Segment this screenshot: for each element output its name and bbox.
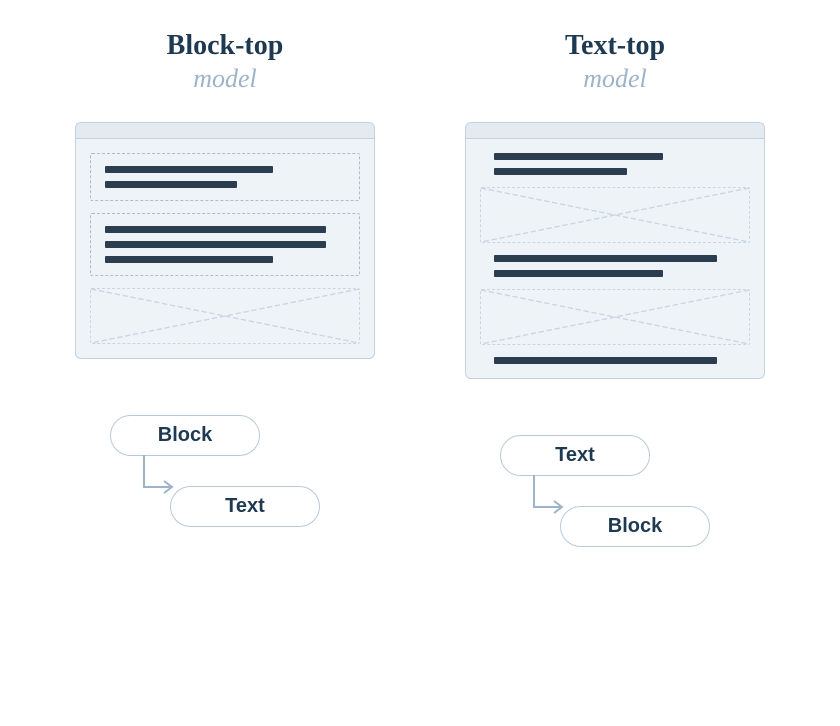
text-line: [494, 168, 627, 175]
empty-block-placeholder: [480, 187, 750, 243]
block-container: [90, 153, 360, 201]
window-body: [466, 139, 764, 378]
block-top-subtitle: model: [193, 64, 257, 94]
text-line: [105, 166, 273, 173]
text-run: [480, 357, 750, 364]
text-line: [494, 153, 663, 160]
block-top-title: Block-top: [167, 30, 284, 62]
text-line: [494, 255, 717, 262]
text-line: [105, 181, 237, 188]
hierarchy-child-pill: Block: [560, 506, 710, 547]
block-top-hierarchy: Block Text: [110, 415, 340, 527]
arrow-icon: [140, 455, 180, 505]
text-line: [494, 357, 717, 364]
empty-block-placeholder: [90, 288, 360, 344]
text-line: [105, 241, 326, 248]
text-top-window: [465, 122, 765, 379]
text-run: [480, 153, 750, 175]
hierarchy-parent-pill: Block: [110, 415, 260, 456]
block-top-window: [75, 122, 375, 359]
block-container: [90, 213, 360, 276]
text-line: [105, 226, 326, 233]
text-run: [480, 255, 750, 277]
text-top-subtitle: model: [583, 64, 647, 94]
text-line: [105, 256, 273, 263]
empty-block-placeholder: [480, 289, 750, 345]
text-top-hierarchy: Text Block: [500, 435, 730, 547]
window-titlebar: [76, 123, 374, 139]
window-body: [76, 139, 374, 358]
block-top-column: Block-top model Block: [75, 30, 375, 726]
text-top-column: Text-top model: [465, 30, 765, 726]
text-line: [494, 270, 663, 277]
arrow-icon: [530, 475, 570, 525]
hierarchy-parent-pill: Text: [500, 435, 650, 476]
text-top-title: Text-top: [565, 30, 665, 62]
window-titlebar: [466, 123, 764, 139]
hierarchy-child-pill: Text: [170, 486, 320, 527]
